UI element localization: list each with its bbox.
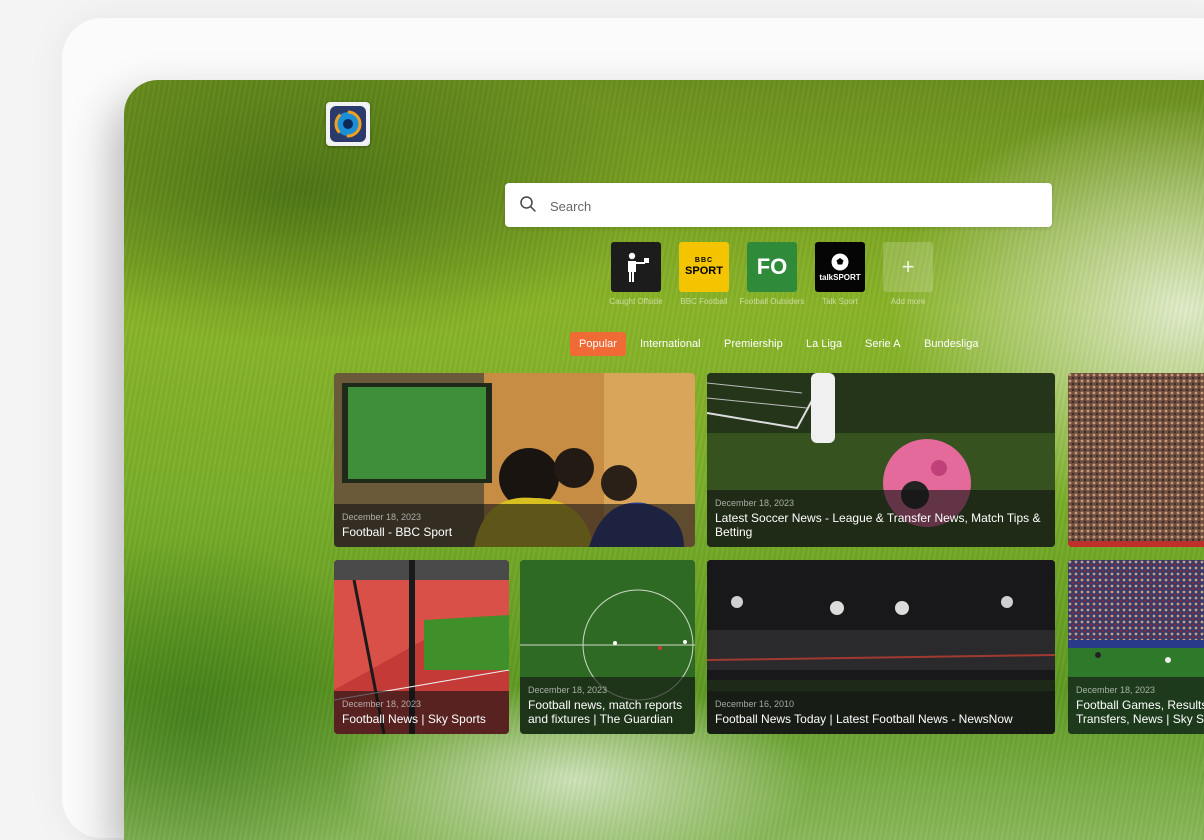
news-card[interactable]: December 18, 2023 Latest Soccer News - L… bbox=[707, 373, 1055, 547]
shortcut-add-more[interactable]: + Add more bbox=[874, 242, 942, 306]
talksport-logo: talkSPORT bbox=[815, 242, 865, 292]
shortcut-label: Football Outsiders bbox=[739, 297, 805, 306]
card-title: Football News | Sky Sports bbox=[342, 712, 486, 726]
card-date: December 18, 2023 bbox=[528, 685, 608, 695]
card-caption: December 18, 2023 Football Games, Result… bbox=[1068, 677, 1204, 734]
shortcut-bbc-football[interactable]: BBC SPORT BBC Football bbox=[670, 242, 738, 306]
new-tab-page: Caught Offside BBC SPORT BBC Football FO… bbox=[124, 80, 1204, 840]
shortcut-label: Caught Offside bbox=[609, 297, 663, 306]
card-image bbox=[1068, 373, 1204, 547]
card-caption: December 18, 2023 Football News | Sky Sp… bbox=[334, 691, 509, 734]
card-title: Football Games, Results, Transfers, News… bbox=[1076, 698, 1204, 726]
plus-icon: + bbox=[883, 242, 933, 292]
search-bar[interactable] bbox=[505, 183, 1052, 229]
card-title: Football News Today | Latest Football Ne… bbox=[715, 712, 1013, 726]
referee-icon bbox=[611, 242, 661, 292]
news-card[interactable]: December 18, 2023 Football Games, Result… bbox=[1068, 560, 1204, 734]
card-date: December 16, 2010 bbox=[715, 699, 795, 709]
tab-premiership[interactable]: Premiership bbox=[715, 332, 792, 356]
shortcut-label: Add more bbox=[890, 297, 926, 306]
card-date: December 18, 2023 bbox=[715, 498, 795, 508]
card-date: December 18, 2023 bbox=[342, 512, 422, 522]
fo-logo: FO bbox=[747, 242, 797, 292]
bbc-sport-logo: BBC SPORT bbox=[679, 242, 729, 292]
app-logo[interactable] bbox=[326, 102, 370, 146]
card-caption: December 18, 2023 Latest Soccer News - L… bbox=[707, 490, 1055, 547]
card-title: Football news, match reports and fixture… bbox=[528, 698, 683, 726]
card-date: December 18, 2023 bbox=[342, 699, 422, 709]
news-card[interactable]: December 18, 2023 Football news, match r… bbox=[520, 560, 695, 734]
tab-bundesliga[interactable]: Bundesliga bbox=[915, 332, 987, 356]
card-title: Latest Soccer News - League & Transfer N… bbox=[715, 511, 1041, 539]
shortcut-football-outsiders[interactable]: FO Football Outsiders bbox=[738, 242, 806, 306]
news-card[interactable] bbox=[1068, 373, 1204, 547]
search-icon bbox=[520, 196, 536, 212]
card-title: Football - BBC Sport bbox=[342, 525, 453, 539]
tab-serie-a[interactable]: Serie A bbox=[856, 332, 909, 356]
card-caption: December 18, 2023 Football - BBC Sport bbox=[334, 504, 695, 547]
shortcut-caught-offside[interactable]: Caught Offside bbox=[602, 242, 670, 306]
shortcut-label: BBC Football bbox=[680, 297, 728, 306]
search-input[interactable] bbox=[548, 183, 1042, 229]
card-date: December 18, 2023 bbox=[1076, 685, 1156, 695]
card-caption: December 16, 2010 Football News Today | … bbox=[707, 691, 1055, 734]
tab-popular[interactable]: Popular bbox=[570, 332, 626, 356]
shortcut-talk-sport[interactable]: talkSPORT Talk Sport bbox=[806, 242, 874, 306]
globe-logo-icon bbox=[330, 106, 366, 142]
news-card[interactable]: December 18, 2023 Football News | Sky Sp… bbox=[334, 560, 509, 734]
news-card[interactable]: December 16, 2010 Football News Today | … bbox=[707, 560, 1055, 734]
tab-international[interactable]: International bbox=[631, 332, 710, 356]
news-card[interactable]: December 18, 2023 Football - BBC Sport bbox=[334, 373, 695, 547]
football-icon bbox=[830, 252, 850, 272]
tab-la-liga[interactable]: La Liga bbox=[797, 332, 851, 356]
shortcut-label: Talk Sport bbox=[822, 297, 858, 306]
card-caption: December 18, 2023 Football news, match r… bbox=[520, 677, 695, 734]
